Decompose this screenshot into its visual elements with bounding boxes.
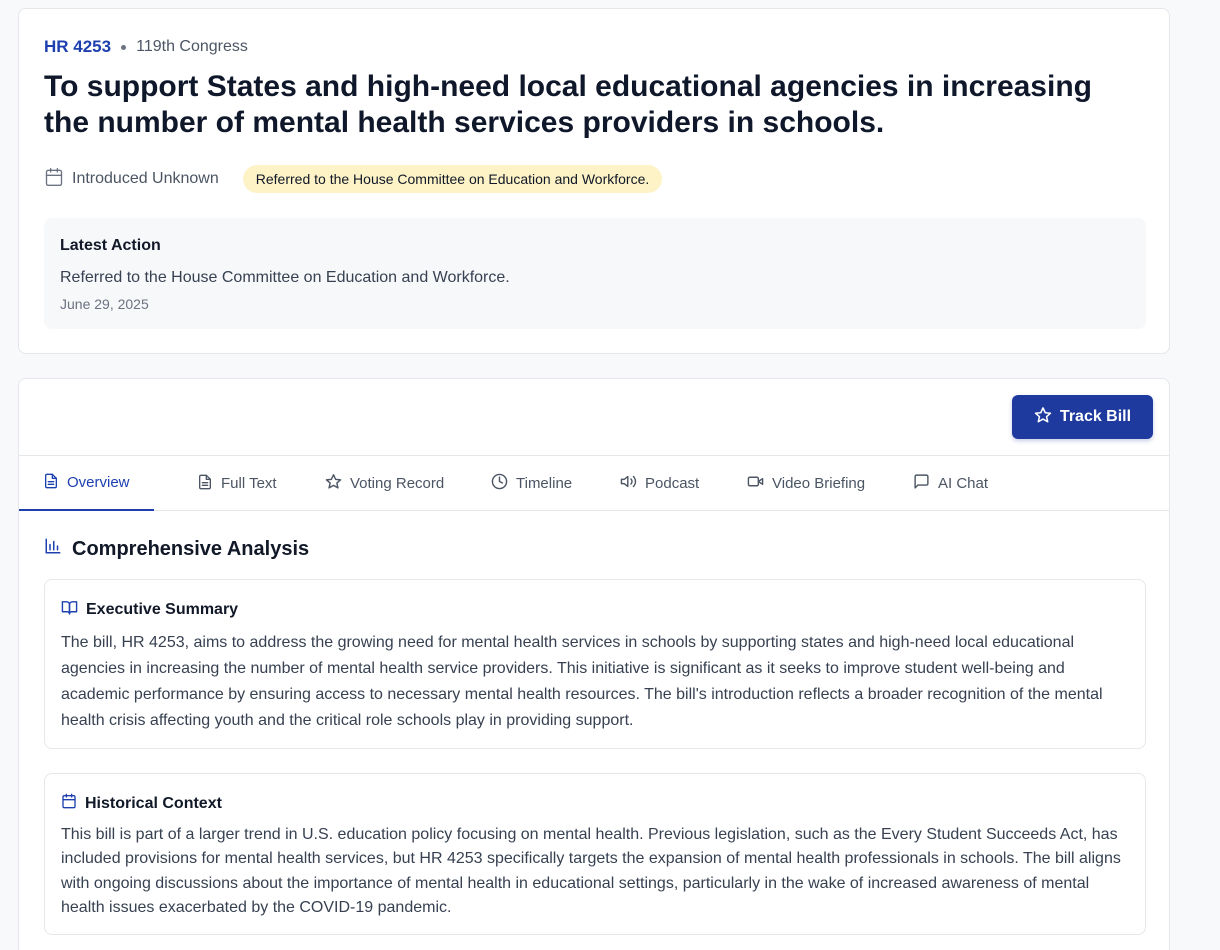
track-bill-label: Track Bill — [1059, 408, 1132, 425]
speaker-icon — [620, 473, 637, 494]
tab-timeline[interactable]: Timeline — [467, 456, 596, 511]
video-icon — [747, 473, 764, 494]
clock-icon — [491, 473, 508, 494]
tab-ai-chat[interactable]: AI Chat — [889, 456, 1012, 511]
tab-voting-record[interactable]: Voting Record — [301, 456, 468, 511]
tab-video-briefing-label: Video Briefing — [772, 475, 866, 492]
bill-number[interactable]: HR 4253 — [44, 37, 111, 57]
latest-action-text: Referred to the House Committee on Educa… — [60, 269, 510, 286]
executive-summary-heading: Executive Summary — [61, 599, 238, 621]
star-icon — [1034, 406, 1052, 429]
tab-timeline-label: Timeline — [516, 475, 573, 492]
comprehensive-analysis-heading: Comprehensive Analysis — [44, 537, 309, 561]
separator-dot — [121, 44, 127, 50]
book-open-icon — [61, 599, 78, 621]
introduced-date: Introduced Unknown — [72, 170, 219, 187]
comprehensive-analysis-title: Comprehensive Analysis — [72, 537, 310, 560]
bill-content-card: Track Bill Overview Full Text Voting Rec… — [18, 378, 1170, 950]
bill-meta: HR 4253 119th Congress — [44, 37, 248, 57]
intro-row: Introduced Unknown Referred to the House… — [44, 165, 663, 193]
historical-context-heading: Historical Context — [61, 793, 222, 814]
executive-summary-title: Executive Summary — [86, 601, 239, 618]
status-badge: Referred to the House Committee on Educa… — [242, 165, 663, 193]
historical-context-panel: Historical Context This bill is part of … — [44, 773, 1146, 935]
tab-video-briefing[interactable]: Video Briefing — [723, 456, 889, 511]
historical-context-title: Historical Context — [85, 794, 222, 812]
star-icon — [325, 473, 342, 494]
document-icon — [197, 474, 213, 494]
track-bill-button[interactable]: Track Bill — [1012, 395, 1153, 439]
tab-podcast-label: Podcast — [645, 475, 700, 492]
latest-action-panel: Latest Action Referred to the House Comm… — [44, 218, 1146, 329]
file-text-icon — [43, 473, 59, 493]
calendar-icon — [44, 167, 72, 192]
calendar-icon — [61, 793, 77, 814]
bill-title: To support States and high-need local ed… — [44, 70, 1092, 139]
latest-action-date: June 29, 2025 — [60, 296, 149, 312]
executive-summary-text: The bill, HR 4253, aims to address the g… — [61, 634, 1103, 729]
tab-full-text[interactable]: Full Text — [173, 456, 301, 511]
tab-overview-label: Overview — [67, 474, 130, 491]
chat-icon — [913, 473, 930, 494]
bar-chart-icon — [44, 537, 62, 561]
executive-summary-panel: Executive Summary The bill, HR 4253, aim… — [44, 579, 1146, 749]
tab-ai-chat-label: AI Chat — [938, 475, 989, 492]
tab-overview[interactable]: Overview — [19, 456, 154, 511]
tab-bar: Overview Full Text Voting Record Timelin… — [19, 455, 1169, 511]
congress-label: 119th Congress — [136, 38, 248, 55]
bill-header-card: HR 4253 119th Congress To support States… — [18, 8, 1170, 354]
tab-full-text-label: Full Text — [221, 475, 277, 492]
historical-context-text: This bill is part of a larger trend in U… — [61, 826, 1121, 916]
tab-podcast[interactable]: Podcast — [596, 456, 723, 511]
latest-action-heading: Latest Action — [60, 237, 161, 254]
tab-voting-record-label: Voting Record — [350, 475, 445, 492]
